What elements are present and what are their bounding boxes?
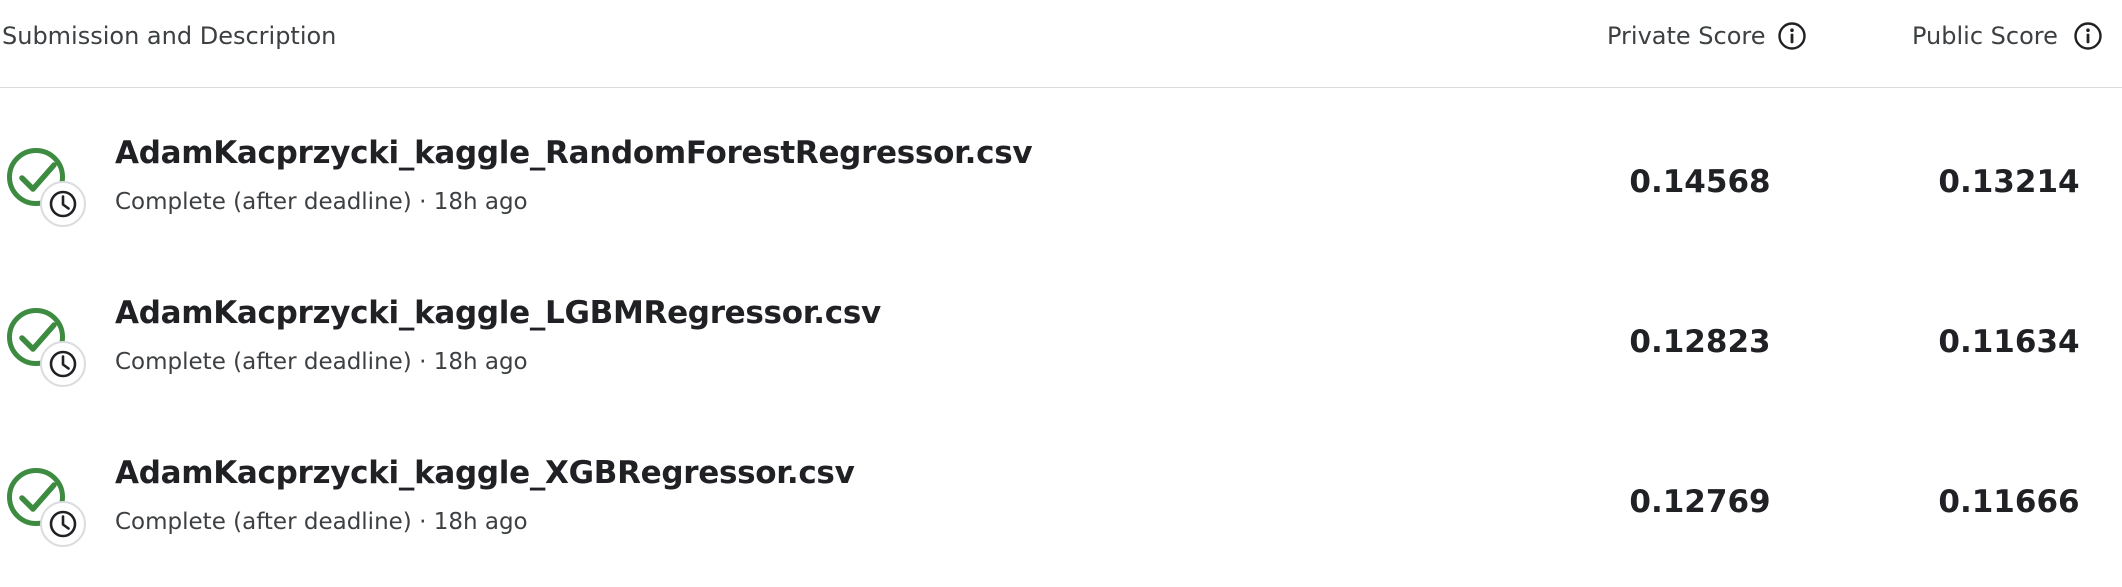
private-score-value: 0.12823 (1629, 324, 1771, 360)
private-score-value: 0.14568 (1629, 164, 1771, 200)
column-header-submission: Submission and Description (2, 22, 337, 50)
column-header-public-score: Public Score (1912, 22, 2058, 50)
column-header-private-score: Private Score (1607, 22, 1766, 50)
private-score-value: 0.12769 (1629, 484, 1771, 520)
submission-file-name[interactable]: AdamKacprzycki_kaggle_RandomForestRegres… (115, 133, 1033, 173)
submission-status: Complete (after deadline) · 18h ago (115, 189, 528, 215)
public-score-value: 0.11634 (1938, 324, 2080, 360)
info-icon[interactable] (2072, 20, 2104, 52)
submission-file-name[interactable]: AdamKacprzycki_kaggle_XGBRegressor.csv (115, 453, 855, 493)
check-circle-with-clock-icon (7, 468, 86, 547)
submissions-table-header: Submission and Description Private Score… (0, 0, 2122, 88)
submission-row[interactable]: AdamKacprzycki_kaggle_RandomForestRegres… (0, 107, 2122, 267)
submission-file-name[interactable]: AdamKacprzycki_kaggle_LGBMRegressor.csv (115, 293, 881, 333)
submission-status: Complete (after deadline) · 18h ago (115, 349, 528, 375)
submission-status: Complete (after deadline) · 18h ago (115, 509, 528, 535)
public-score-value: 0.11666 (1938, 484, 2080, 520)
submission-row[interactable]: AdamKacprzycki_kaggle_XGBRegressor.csv C… (0, 427, 2122, 587)
public-score-value: 0.13214 (1938, 164, 2080, 200)
check-circle-with-clock-icon (7, 148, 86, 227)
submission-row[interactable]: AdamKacprzycki_kaggle_LGBMRegressor.csv … (0, 267, 2122, 427)
check-circle-with-clock-icon (7, 308, 86, 387)
info-icon[interactable] (1776, 20, 1808, 52)
